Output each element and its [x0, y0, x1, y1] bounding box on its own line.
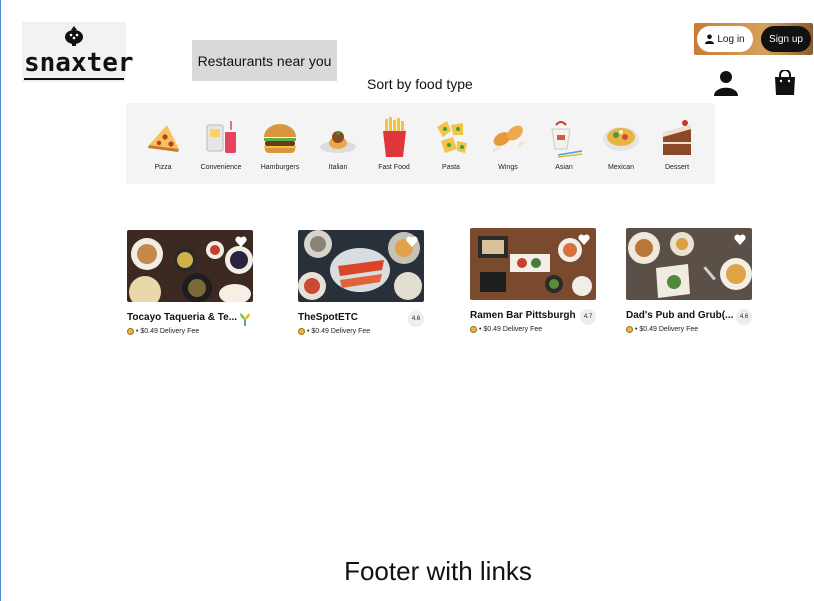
rating-badge: 4.7: [580, 309, 596, 325]
category-wings[interactable]: Wings: [479, 103, 537, 184]
restaurant-card[interactable]: Ramen Bar Pittsburgh 4.7 • $0.49 Deliver…: [470, 228, 600, 338]
category-italian[interactable]: Italian: [309, 103, 367, 184]
category-label: Mexican: [607, 164, 635, 171]
convenience-icon: [206, 121, 236, 153]
user-icon: [705, 34, 715, 44]
category-label: Dessert: [664, 164, 690, 171]
restaurant-name: Dad's Pub and Grub(...: [626, 310, 734, 321]
restaurant-card[interactable]: TheSpotETC 4.6 • $0.49 Delivery Fee: [298, 230, 428, 340]
window-edge: [0, 0, 1, 601]
delivery-fee: • $0.49 Delivery Fee: [626, 326, 698, 333]
delivery-coin-icon: [470, 326, 477, 333]
auth-bar: Log in Sign up: [694, 23, 813, 55]
delivery-fee-text: • $0.49 Delivery Fee: [307, 328, 371, 335]
shopping-bag-icon[interactable]: [774, 70, 796, 95]
category-pizza[interactable]: Pizza: [134, 103, 192, 184]
brand-logo[interactable]: snaxter: [22, 22, 134, 82]
delivery-fee-text: • $0.49 Delivery Fee: [479, 326, 543, 333]
category-mexican[interactable]: Mexican: [592, 103, 650, 184]
login-button[interactable]: Log in: [697, 26, 753, 52]
category-label: Pizza: [154, 164, 172, 171]
fries-icon: [383, 117, 406, 157]
favorite-heart-icon[interactable]: [734, 234, 746, 245]
sort-title: Sort by food type: [367, 76, 473, 92]
delivery-fee-text: • $0.49 Delivery Fee: [136, 328, 200, 335]
restaurant-name: Ramen Bar Pittsburgh: [470, 310, 576, 321]
signup-button[interactable]: Sign up: [761, 26, 811, 52]
rating-badge: 4.6: [736, 309, 752, 325]
restaurant-card[interactable]: Dad's Pub and Grub(... 4.6 • $0.49 Deliv…: [626, 228, 756, 338]
category-hamburgers[interactable]: Hamburgers: [251, 103, 309, 184]
category-label: Convenience: [200, 164, 242, 171]
category-label: Italian: [328, 164, 348, 171]
category-bar: Pizza Convenience Hamburgers Italian Fas…: [126, 103, 715, 184]
delivery-coin-icon: [127, 328, 134, 335]
restaurant-name: TheSpotETC: [298, 312, 358, 323]
pizza-icon: [148, 125, 179, 152]
category-dessert[interactable]: Dessert: [648, 103, 706, 184]
favorite-heart-icon[interactable]: [578, 234, 590, 245]
takeout-icon: [551, 121, 583, 158]
restaurant-name: Tocayo Taqueria & Te...: [127, 312, 238, 323]
restaurant-card[interactable]: Tocayo Taqueria & Te... • $0.49 Delivery…: [127, 230, 257, 340]
restaurant-photo: [626, 228, 752, 300]
category-label: Wings: [498, 164, 518, 171]
delivery-coin-icon: [626, 326, 633, 333]
category-label: Pasta: [442, 164, 460, 171]
rating-badge: 4.6: [408, 311, 424, 327]
burger-icon: [264, 124, 296, 154]
delivery-fee: • $0.49 Delivery Fee: [127, 328, 199, 335]
restaurant-photo: [127, 230, 253, 302]
restaurant-photo: [470, 228, 596, 300]
pasta-icon: [437, 121, 467, 153]
category-label: Asian: [555, 164, 573, 171]
logo-underline: [24, 78, 124, 80]
nachos-icon: [603, 127, 639, 151]
delivery-coin-icon: [298, 328, 305, 335]
category-label: Hamburgers: [260, 164, 300, 171]
italian-icon: [320, 131, 356, 153]
restaurant-photo: [298, 230, 424, 302]
category-asian[interactable]: Asian: [535, 103, 593, 184]
favorite-heart-icon[interactable]: [235, 236, 247, 247]
delivery-fee: • $0.49 Delivery Fee: [298, 328, 370, 335]
delivery-fee-text: • $0.49 Delivery Fee: [635, 326, 699, 333]
profile-icon[interactable]: [714, 70, 738, 96]
login-label: Log in: [717, 33, 745, 45]
mascot-icon: [65, 26, 83, 46]
category-pasta[interactable]: Pasta: [422, 103, 480, 184]
category-convenience[interactable]: Convenience: [192, 103, 250, 184]
category-label: Fast Food: [378, 164, 410, 171]
restaurants-near-you-button[interactable]: Restaurants near you: [192, 40, 337, 81]
cake-icon: [663, 120, 691, 155]
leaf-badge-icon: [240, 313, 250, 326]
footer: Footer with links: [344, 556, 532, 586]
delivery-fee: • $0.49 Delivery Fee: [470, 326, 542, 333]
logo-wordmark: snaxter: [24, 48, 134, 78]
favorite-heart-icon[interactable]: [406, 236, 418, 247]
wings-icon: [492, 125, 525, 153]
category-fast-food[interactable]: Fast Food: [365, 103, 423, 184]
